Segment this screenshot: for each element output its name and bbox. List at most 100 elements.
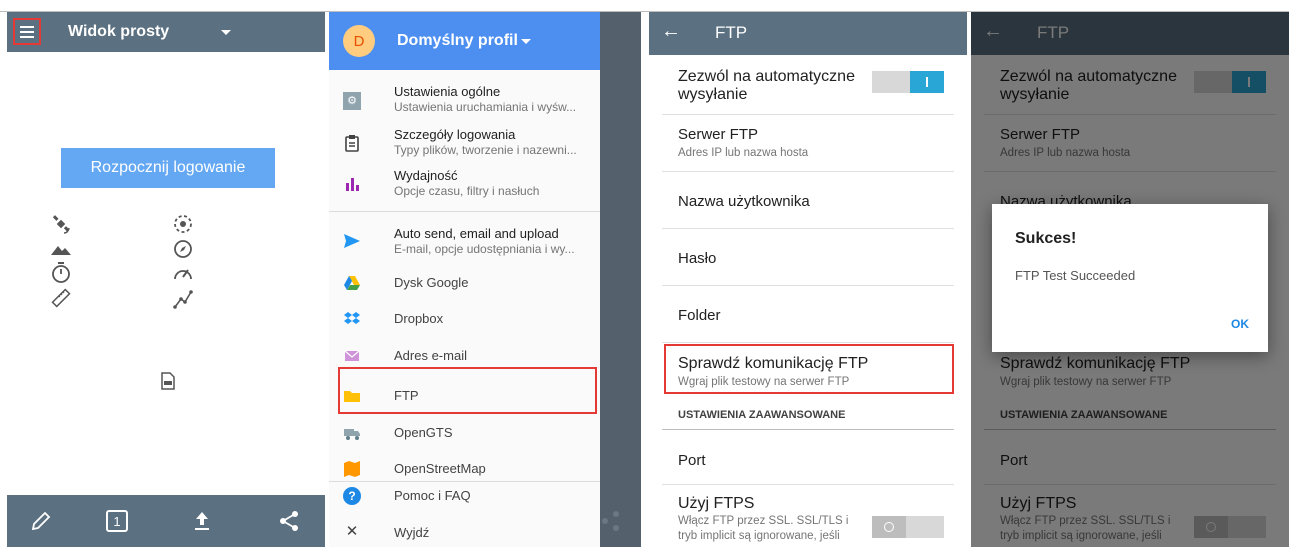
navigation-drawer: D Domyślny profil ⚙ Ustawienia ogólne Us… (329, 12, 600, 547)
edit-icon[interactable] (21, 495, 61, 547)
drawer-item-subtitle: Typy plików, tworzenie i nazewni... (394, 143, 577, 157)
drawer-scrim[interactable] (600, 12, 641, 547)
drawer-item-subtitle: Ustawienia uruchamiania i wyśw... (394, 100, 577, 114)
simple-view-screen: Widok prosty Rozpocznij logowanie 1 (7, 12, 325, 547)
drawer-item-title: Dysk Google (394, 275, 469, 290)
auto-send-label-line2: wysyłanie (678, 86, 748, 103)
ftps-label: Użyj FTPS (678, 495, 755, 512)
dialog-title: Sukces! (1015, 230, 1077, 247)
email-icon (344, 350, 360, 361)
drawer-item-title: Dropbox (394, 311, 444, 326)
help-icon: ? (343, 487, 361, 505)
log-file-icon (161, 372, 175, 390)
ftps-toggle[interactable] (872, 516, 944, 538)
drawer-item-exit[interactable]: ✕ Wyjdź (329, 517, 600, 545)
drawer-item-help[interactable]: ? Pomoc i FAQ (329, 482, 600, 510)
ftps-hint-line2: tryb implicit są ignorowane, jeśli (678, 530, 840, 542)
truck-icon (344, 429, 360, 440)
menu-icon[interactable] (13, 18, 41, 45)
drawer-item-performance[interactable]: Wydajność Opcje czasu, filtry i nasłuch (329, 160, 600, 200)
direction-icon (174, 240, 192, 258)
upload-icon[interactable] (182, 495, 222, 547)
drawer-item-title: OpenGTS (394, 425, 453, 440)
ftp-server-hint: Adres IP lub nazwa hosta (678, 147, 809, 159)
profile-selector[interactable]: Domyślny profil (397, 32, 518, 50)
divider (662, 228, 954, 229)
port-setting[interactable]: Port (678, 452, 706, 469)
navigation-drawer-screen: D Domyślny profil ⚙ Ustawienia ogólne Us… (329, 12, 641, 547)
ftp-server-label: Serwer FTP (678, 126, 759, 143)
divider (329, 211, 600, 212)
divider (662, 484, 954, 485)
chevron-down-icon[interactable] (521, 39, 531, 44)
share-icon (602, 511, 619, 531)
timer-icon (52, 262, 70, 283)
counter-icon[interactable]: 1 (97, 495, 137, 547)
gps-fix-icon (174, 215, 192, 233)
altitude-icon (51, 246, 71, 255)
drawer-item-title: Auto send, email and upload (394, 226, 559, 241)
google-drive-icon (344, 276, 360, 290)
drawer-item-google-drive[interactable]: Dysk Google (329, 267, 600, 297)
drawer-item-title: OpenStreetMap (394, 461, 486, 476)
password-setting[interactable]: Hasło (678, 250, 716, 267)
start-logging-button[interactable]: Rozpocznij logowanie (61, 148, 275, 188)
drawer-item-title: Szczegóły logowania (394, 127, 516, 142)
track-points-icon (173, 290, 193, 309)
drawer-item-logging-details[interactable]: Szczegóły logowania Typy plików, tworzen… (329, 120, 600, 160)
drawer-item-opengts[interactable]: OpenGTS (329, 418, 600, 448)
speed-icon (174, 269, 192, 280)
drawer-item-title: Wyjdź (394, 525, 430, 540)
divider (662, 171, 954, 172)
chevron-down-icon[interactable] (221, 30, 231, 35)
ftp-settings-screen: ← FTP Zezwól na automatyczne wysyłanie S… (649, 12, 967, 547)
chart-icon (346, 178, 359, 191)
divider (662, 285, 954, 286)
view-title[interactable]: Widok prosty (68, 23, 169, 41)
drawer-item-auto-send[interactable]: Auto send, email and upload E-mail, opcj… (329, 217, 600, 262)
map-icon (344, 461, 360, 477)
share-icon[interactable] (269, 495, 309, 547)
satellite-icon (52, 215, 70, 234)
app-bar: ← FTP (649, 12, 967, 55)
divider (662, 342, 954, 343)
highlight-box (338, 367, 597, 414)
folder-setting[interactable]: Folder (678, 307, 721, 324)
ftps-hint-line1: Włącz FTP przez SSL. SSL/TLS i (678, 515, 849, 527)
profile-name: Domyślny profil (397, 32, 518, 49)
distance-icon (51, 288, 71, 308)
avatar: D (343, 25, 375, 57)
advanced-section-header: USTAWIENIA ZAAWANSOWANE (678, 409, 846, 421)
drawer-item-subtitle: Opcje czasu, filtry i nasłuch (394, 184, 540, 198)
back-arrow-icon[interactable]: ← (661, 20, 681, 43)
drawer-header: D Domyślny profil (329, 12, 600, 70)
clipboard-icon (345, 135, 359, 152)
drawer-item-title: Adres e-mail (394, 348, 467, 363)
drawer-item-dropbox[interactable]: Dropbox (329, 304, 600, 334)
top-border (0, 0, 1289, 12)
divider (662, 429, 954, 430)
drawer-item-title: Pomoc i FAQ (394, 488, 471, 503)
send-icon (344, 234, 360, 248)
bottom-toolbar: 1 (7, 495, 325, 547)
drawer-item-title: Wydajność (394, 168, 458, 183)
auto-send-label-line1: Zezwól na automatyczne (678, 68, 855, 85)
dropbox-icon (344, 312, 360, 324)
username-setting[interactable]: Nazwa użytkownika (678, 193, 810, 210)
ok-button[interactable]: OK (1231, 317, 1249, 331)
gear-icon: ⚙ (343, 92, 361, 110)
divider (662, 114, 954, 115)
drawer-item-title: Ustawienia ogólne (394, 84, 501, 99)
auto-send-toggle[interactable] (872, 71, 944, 93)
ftp-settings-dialog-screen: ← FTP Zezwól na automatyczne wysyłanie S… (971, 12, 1289, 547)
app-bar: Widok prosty (7, 12, 325, 52)
drawer-item-openstreetmap[interactable]: OpenStreetMap (329, 455, 600, 481)
dialog-message: FTP Test Succeeded (1015, 268, 1136, 283)
close-icon: ✕ (345, 523, 359, 540)
drawer-item-general-settings[interactable]: ⚙ Ustawienia ogólne Ustawienia uruchamia… (329, 70, 600, 114)
counter-value: 1 (106, 510, 128, 532)
success-dialog: Sukces! FTP Test Succeeded OK (992, 204, 1268, 352)
page-title: FTP (715, 23, 748, 42)
highlight-box (664, 344, 954, 394)
drawer-item-subtitle: E-mail, opcje udostępniania i wy... (394, 242, 575, 256)
